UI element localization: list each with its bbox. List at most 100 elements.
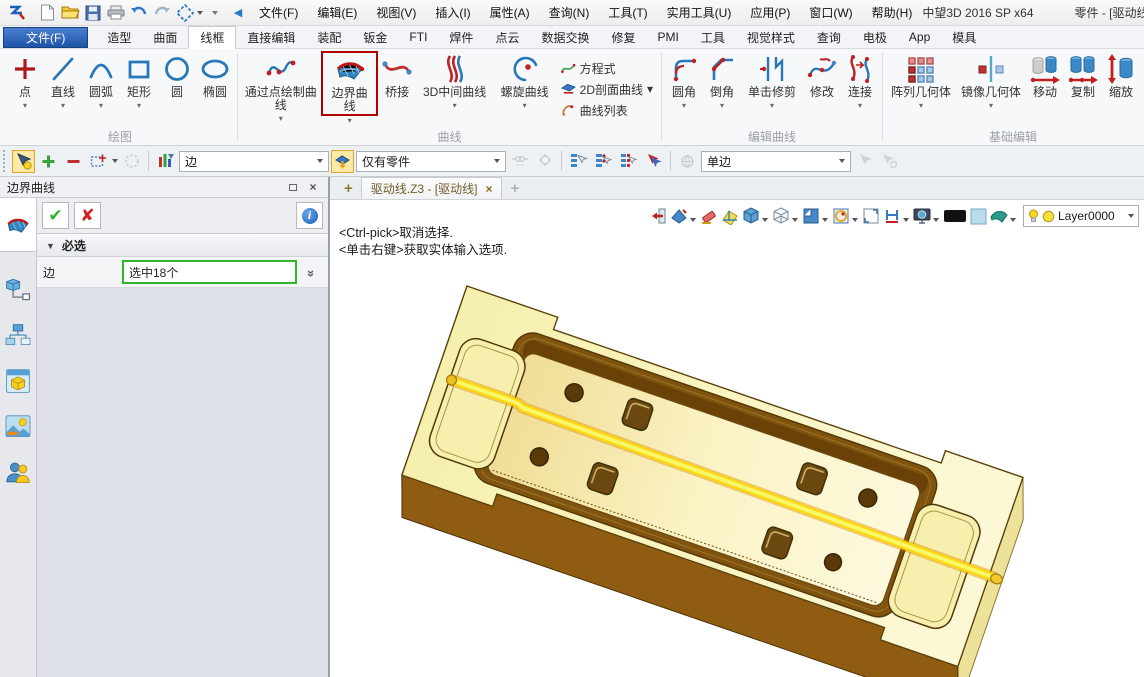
tab-inquire[interactable]: 查询	[806, 26, 852, 48]
wireframe-cube-icon[interactable]	[771, 206, 791, 226]
tab-pmi[interactable]: PMI	[646, 26, 689, 48]
tab-assembly[interactable]: 装配	[306, 26, 352, 48]
dropdown-caret[interactable]	[762, 218, 768, 222]
menu-view[interactable]: 视图(V)	[367, 1, 425, 25]
menu-inquire[interactable]: 查询(N)	[540, 1, 599, 25]
silhouette-icon[interactable]	[831, 206, 851, 226]
tool-3d-intermediate-curve[interactable]: 3D中间曲线▾	[416, 50, 494, 128]
required-section-header[interactable]: ▼ 必选	[37, 234, 328, 257]
close-doc-tab-icon[interactable]: ×	[485, 182, 492, 196]
open-file-icon[interactable]	[59, 3, 81, 23]
tool-circle[interactable]: 圆	[158, 50, 196, 128]
tool-curve-through-points[interactable]: 通过点绘制曲线▾	[241, 50, 320, 128]
tool-pattern-geometry[interactable]: 阵列几何体▾	[886, 50, 956, 128]
surface-display-icon[interactable]	[989, 206, 1009, 226]
tool-spiral-curve[interactable]: 螺旋曲线▾	[494, 50, 556, 128]
chain-pick-button[interactable]	[508, 150, 531, 173]
tab-fti[interactable]: FTI	[398, 26, 438, 48]
tab-electrode[interactable]: 电极	[852, 26, 898, 48]
background-blue-swatch[interactable]	[969, 206, 988, 226]
new-doc-tab-icon[interactable]: +	[336, 178, 361, 199]
chain-options-button[interactable]	[533, 150, 556, 173]
strip-part-view-tab[interactable]	[0, 358, 36, 404]
tab-file[interactable]: 文件(F)	[3, 27, 88, 48]
tab-tools[interactable]: 工具	[690, 26, 736, 48]
tab-direct-edit[interactable]: 直接编辑	[236, 26, 306, 48]
marquee-pick-button[interactable]	[87, 150, 110, 173]
menu-utilities[interactable]: 实用工具(U)	[658, 1, 741, 25]
strip-history-tab[interactable]	[0, 312, 36, 358]
tool-2d-section-curve[interactable]: 2D剖面曲线 ▾	[561, 81, 653, 98]
dropdown-caret[interactable]	[690, 218, 696, 222]
smart-pick-button[interactable]	[12, 150, 35, 173]
reselect-button[interactable]	[642, 150, 665, 173]
tool-fillet[interactable]: 圆角▾	[665, 50, 703, 128]
menu-attributes[interactable]: 属性(A)	[481, 1, 539, 25]
confirm-button[interactable]: ✔	[42, 202, 69, 229]
measure-icon[interactable]	[882, 206, 902, 226]
tab-point-cloud[interactable]: 点云	[484, 26, 530, 48]
dropdown-caret[interactable]	[792, 218, 798, 222]
toolbar-options-caret[interactable]	[204, 3, 226, 23]
menu-window[interactable]: 窗口(W)	[800, 1, 861, 25]
menu-insert[interactable]: 插入(I)	[426, 1, 479, 25]
lasso-pick-button[interactable]	[120, 150, 143, 173]
tool-connect[interactable]: 连接▾	[841, 50, 879, 128]
background-black-swatch[interactable]	[942, 206, 968, 226]
layer-dropdown-caret[interactable]	[1128, 214, 1134, 218]
tab-surface[interactable]: 曲面	[142, 26, 188, 48]
tool-mirror-geometry[interactable]: 镜像几何体▾	[956, 50, 1026, 128]
tool-copy[interactable]: 复制	[1064, 50, 1102, 128]
marquee-dropdown-caret[interactable]	[112, 159, 118, 163]
exit-sketch-icon[interactable]	[648, 206, 668, 226]
dropdown-caret[interactable]	[1010, 218, 1016, 222]
dropdown-caret[interactable]	[903, 218, 909, 222]
pick-orientation-button[interactable]	[676, 150, 699, 173]
edge-selection-input[interactable]: 选中18个	[122, 260, 297, 284]
tool-line[interactable]: 直线▾	[44, 50, 82, 128]
regen-icon[interactable]	[174, 3, 196, 23]
tool-rectangle[interactable]: 矩形▾	[120, 50, 158, 128]
render-monitor-icon[interactable]	[912, 206, 932, 226]
regen-dropdown-caret[interactable]	[197, 11, 203, 15]
tool-one-click-trim[interactable]: 单击修剪▾	[741, 50, 803, 128]
strip-visual-tab[interactable]	[0, 404, 36, 450]
remove-selection-button[interactable]	[62, 150, 85, 173]
add-selection-button[interactable]	[37, 150, 60, 173]
pick-all-button[interactable]	[617, 150, 640, 173]
tool-equation[interactable]: 方程式	[561, 60, 653, 77]
toolbar-grip[interactable]	[3, 150, 8, 172]
tool-bridge[interactable]: 桥接	[379, 50, 416, 128]
tool-point[interactable]: 点▾	[6, 50, 44, 128]
pick-last-button[interactable]	[592, 150, 615, 173]
tab-data-exchange[interactable]: 数据交换	[530, 26, 600, 48]
view-corner-icon[interactable]	[801, 206, 821, 226]
menu-help[interactable]: 帮助(H)	[863, 1, 922, 25]
tool-modify[interactable]: 修改	[803, 50, 841, 128]
new-file-icon[interactable]	[36, 3, 58, 23]
dropdown-caret[interactable]	[822, 218, 828, 222]
tab-weldments[interactable]: 焊件	[438, 26, 484, 48]
pick-from-list-button[interactable]	[567, 150, 590, 173]
datum-icon[interactable]	[720, 206, 740, 226]
dropdown-caret[interactable]	[933, 218, 939, 222]
entity-filter-combo[interactable]: 边	[179, 151, 329, 172]
tool-move[interactable]: 移动	[1026, 50, 1064, 128]
panel-dock-button[interactable]	[285, 180, 301, 194]
expand-chevron-button[interactable]: »	[302, 261, 322, 283]
print-icon[interactable]	[105, 3, 127, 23]
cancel-button[interactable]: ✘	[74, 202, 101, 229]
tool-ellipse[interactable]: 椭圆	[196, 50, 234, 128]
tab-shape[interactable]: 造型	[96, 26, 142, 48]
add-doc-tab-icon[interactable]: +	[502, 178, 527, 199]
eraser-icon[interactable]	[699, 206, 719, 226]
tool-curve-list[interactable]: 曲线列表	[561, 102, 653, 119]
menu-applications[interactable]: 应用(P)	[741, 1, 799, 25]
tab-visual-style[interactable]: 视觉样式	[736, 26, 806, 48]
scope-filter-combo[interactable]: 仅有零件	[356, 151, 506, 172]
view-plane-icon[interactable]	[669, 206, 689, 226]
info-button[interactable]: i	[296, 202, 323, 229]
save-icon[interactable]	[82, 3, 104, 23]
tab-wireframe[interactable]: 线框	[188, 26, 236, 49]
strip-boundary-curve-tab[interactable]	[0, 198, 36, 252]
